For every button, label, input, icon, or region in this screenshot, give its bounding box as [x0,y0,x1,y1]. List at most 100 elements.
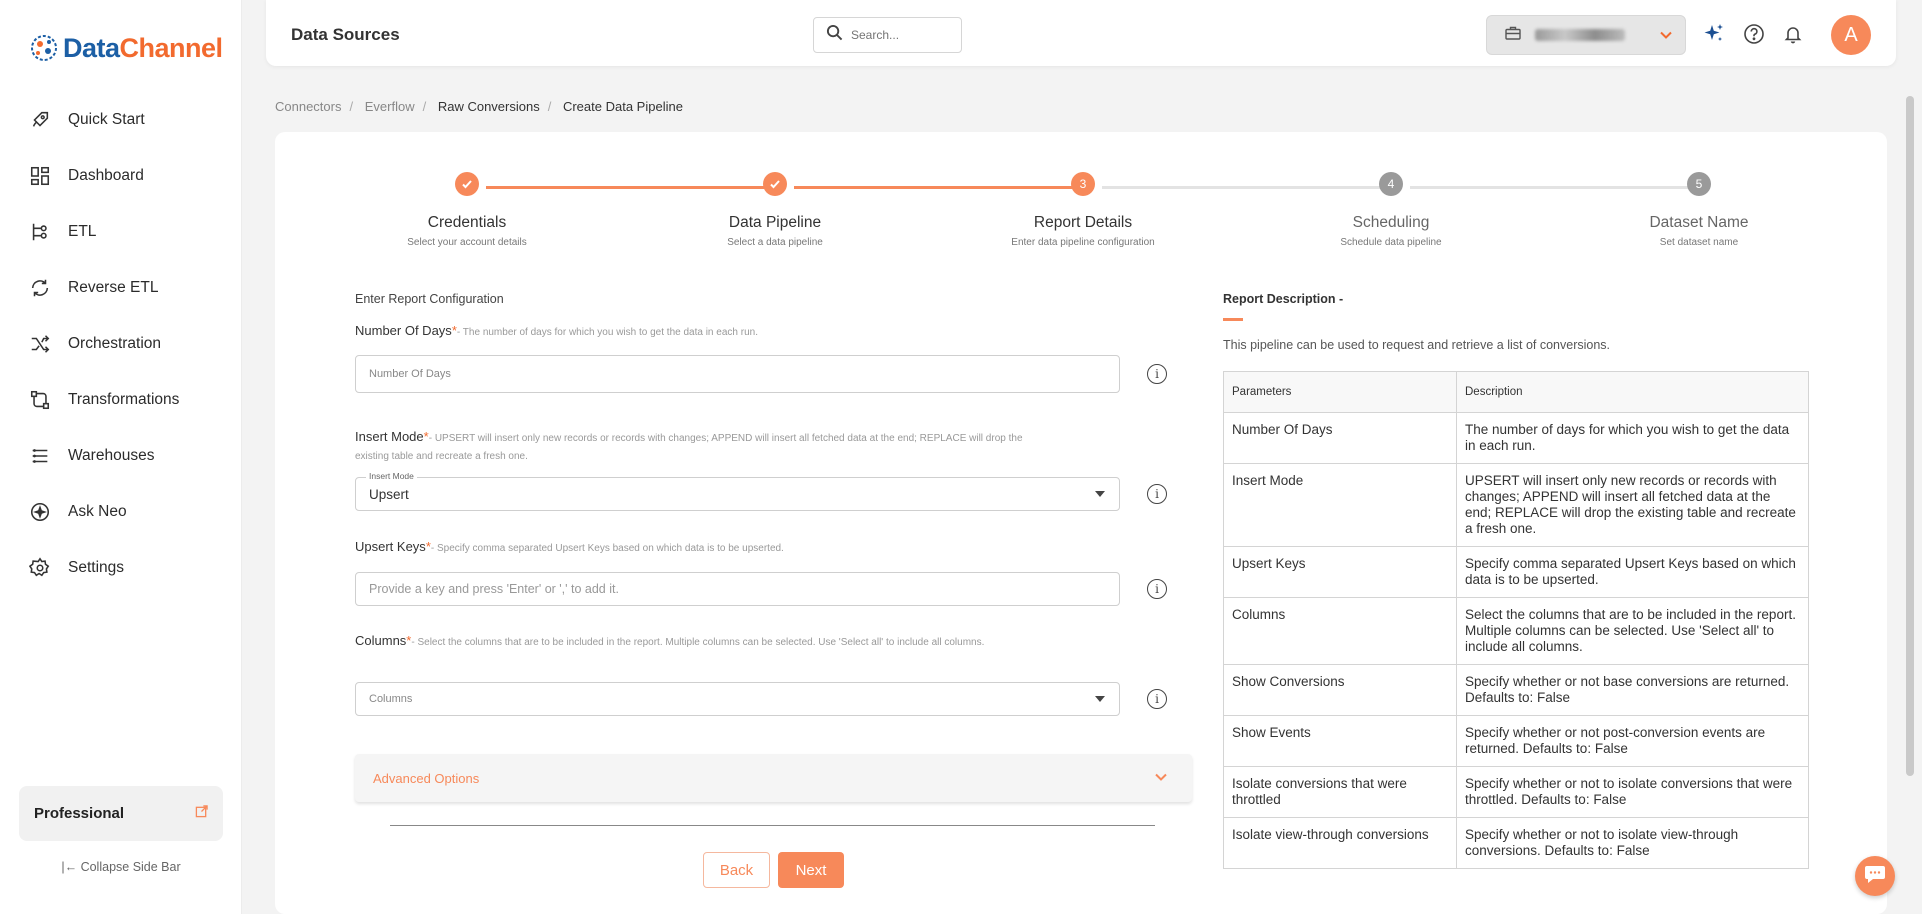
sidebar-item-label: Settings [68,559,125,576]
step-title: Report Details [1033,214,1133,231]
step-3-number: 3 [1071,172,1095,196]
search-icon [826,24,843,46]
sidebar-item-label: Dashboard [68,167,144,184]
orchestration-icon [28,332,52,356]
table-row: Upsert Keys Specify comma separated Upser… [1223,546,1809,598]
main-card: 3 4 5 Credentials Select your account de… [275,132,1887,914]
desc-cell: Specify whether or not post-conversion e… [1456,715,1809,767]
sidebar-item-dashboard[interactable]: Dashboard [0,148,242,204]
search-box[interactable] [813,17,962,53]
search-input[interactable] [851,28,946,42]
param-cell: Upsert Keys [1223,546,1457,598]
step-subtitle: Schedule data pipeline [1340,237,1442,248]
upsert-keys-info-icon[interactable]: i [1147,579,1167,599]
collapse-label: Collapse Side Bar [80,860,181,874]
sidebar-item-transformations[interactable]: Transformations [0,372,242,428]
upsert-keys-label-text: Upsert Keys [355,539,426,554]
insert-mode-label-text: Insert Mode [355,429,424,444]
breadcrumb: Connectors / Everflow / Raw Conversions / C… [275,99,691,114]
table-row: Isolate view-through conversions Specify … [1223,817,1809,869]
etl-icon [28,220,52,244]
breadcrumb-create-data-pipeline: Create Data Pipeline [562,99,683,114]
sidebar-item-label: Orchestration [68,335,162,352]
avatar[interactable]: A [1831,15,1871,55]
briefcase-icon [1505,26,1521,45]
plan-box[interactable]: Professional [19,786,223,841]
param-cell: Isolate conversions that were throttled [1223,766,1457,818]
table-row: Isolate conversions that were throttled S… [1223,766,1809,818]
breadcrumb-everflow[interactable]: Everflow [365,99,415,114]
step-subtitle: Enter data pipeline configuration [1011,237,1155,248]
workspace-name-redacted [1535,29,1625,41]
warehouses-icon [28,444,52,468]
sidebar-item-etl[interactable]: ETL [0,204,242,260]
datachannel-logo[interactable]: DataChannel [28,32,223,64]
help-icon[interactable] [1742,22,1766,46]
desc-cell: The number of days for which you wish to… [1456,412,1809,464]
table-row: Show Conversions Specify whether or not b… [1223,664,1809,716]
insert-mode-select[interactable]: Insert Mode Upsert [355,471,1120,511]
sidebar-item-reverse-etl[interactable]: Reverse ETL [0,260,242,316]
sidebar-item-warehouses[interactable]: Warehouses [0,428,242,484]
parameters-table: Parameters Description Number Of Days The… [1223,371,1809,869]
columns-placeholder: Columns [369,693,413,705]
desc-cell: UPSERT will insert only new records or r… [1456,463,1809,547]
bell-icon[interactable] [1781,22,1805,46]
advanced-options-label: Advanced Options [373,770,480,786]
back-button[interactable]: Back [703,852,770,888]
advanced-options-accordion[interactable]: Advanced Options [355,754,1192,802]
dropdown-caret-icon [1095,696,1105,702]
table-row: Number Of Days The number of days for whi… [1223,412,1809,464]
sparkle-ai-icon[interactable] [1702,22,1726,46]
table-row: Show Events Specify whether or not post-c… [1223,715,1809,767]
insert-mode-value: Upsert [369,486,409,502]
sidebar: DataChannel Quick Start Dashboard ETL Re… [0,0,242,914]
insert-mode-info-icon[interactable]: i [1147,484,1167,504]
chat-bubble-icon [1864,864,1886,889]
step-dataset-name: Dataset Name Set dataset name [1589,214,1809,248]
stepper-connector [1102,186,1387,189]
sidebar-item-settings[interactable]: Settings [0,540,242,596]
stepper-connector [794,186,1079,189]
table-header-cell: Parameters [1223,371,1457,413]
desc-cell: Specify comma separated Upsert Keys base… [1456,546,1809,598]
sidebar-item-ask-neo[interactable]: Ask Neo [0,484,242,540]
upsert-keys-input[interactable]: Provide a key and press 'Enter' or ',' t… [355,572,1120,606]
columns-info-icon[interactable]: i [1147,689,1167,709]
days-label-text: Number Of Days [355,323,452,338]
page-title: Data Sources [291,25,400,44]
report-description-text: This pipeline can be used to request and… [1223,338,1611,352]
days-info-icon[interactable]: i [1147,364,1167,384]
param-cell: Columns [1223,597,1457,665]
param-cell: Show Conversions [1223,664,1457,716]
sidebar-item-orchestration[interactable]: Orchestration [0,316,242,372]
table-header-cell: Description [1456,371,1809,413]
breadcrumb-raw-conversions[interactable]: Raw Conversions [438,99,540,114]
workspace-select[interactable] [1486,15,1686,55]
upsert-keys-placeholder: Provide a key and press 'Enter' or ',' t… [369,582,619,596]
step-data-pipeline: Data Pipeline Select a data pipeline [665,214,885,248]
external-link-icon[interactable] [195,804,208,823]
sidebar-item-label: Quick Start [68,111,145,128]
step-credentials: Credentials Select your account details [357,214,577,248]
insert-mode-label: Insert Mode*- UPSERT will insert only ne… [355,429,1055,465]
columns-select[interactable]: Columns [355,682,1120,716]
step-1-check-icon [455,172,479,196]
desc-cell: Specify whether or not to isolate view-t… [1456,817,1809,869]
logo-globe-icon [28,32,60,64]
collapse-sidebar-button[interactable]: |← Collapse Side Bar [0,860,242,874]
form-section-title: Enter Report Configuration [355,292,504,306]
chevron-down-icon [1659,28,1673,47]
stepper-connector [486,186,771,189]
sidebar-item-quick-start[interactable]: Quick Start [0,92,242,148]
days-input[interactable]: Number Of Days [355,355,1120,393]
step-4-number: 4 [1379,172,1403,196]
transformations-icon [28,388,52,412]
page-scrollbar[interactable] [1906,96,1914,776]
breadcrumb-connectors[interactable]: Connectors [275,99,341,114]
columns-label-text: Columns [355,633,407,648]
chat-support-button[interactable] [1855,856,1895,896]
step-scheduling: Scheduling Schedule data pipeline [1281,214,1501,248]
upsert-keys-help: - Specify comma separated Upsert Keys ba… [430,543,784,554]
next-button[interactable]: Next [778,852,844,888]
